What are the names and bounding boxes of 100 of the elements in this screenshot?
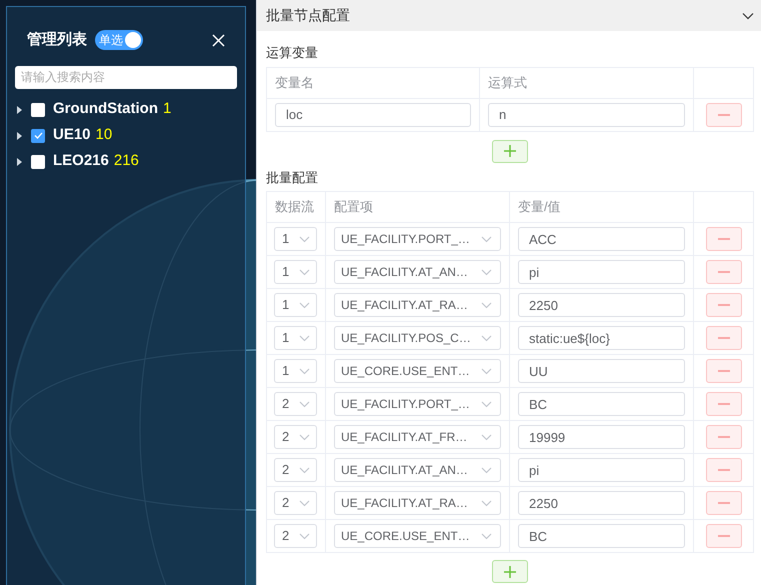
select-field[interactable]: 2	[274, 524, 317, 548]
item-count: 1	[163, 99, 172, 120]
select-field[interactable]: 1	[274, 260, 317, 284]
add-button[interactable]	[492, 560, 528, 583]
item-count: 10	[96, 125, 112, 146]
minus-icon	[718, 304, 730, 306]
chevron-icon	[299, 434, 310, 440]
panel-title: 批量节点配置	[266, 6, 350, 25]
select-field[interactable]: 2	[274, 458, 317, 482]
text-field[interactable]: pi	[518, 260, 685, 284]
select-field[interactable]: 2	[274, 425, 317, 449]
text-field[interactable]: loc	[275, 102, 471, 126]
column-header: 数据流	[267, 192, 326, 223]
select-field[interactable]: UE_FACILITY.PORT_…	[334, 392, 501, 416]
minus-icon	[718, 535, 730, 537]
chevron-icon	[299, 368, 310, 374]
select-field[interactable]: UE_CORE.USE_ENT…	[334, 359, 501, 383]
remove-button[interactable]	[706, 260, 742, 284]
chevron-icon	[481, 236, 492, 242]
select-field[interactable]: UE_FACILITY.AT_FR…	[334, 425, 501, 449]
checkbox[interactable]	[31, 154, 45, 168]
select-field[interactable]: UE_CORE.USE_ENT…	[334, 524, 501, 548]
text-field[interactable]: pi	[518, 458, 685, 482]
text-field[interactable]: BC	[518, 524, 685, 548]
remove-button[interactable]	[706, 326, 742, 350]
search-field[interactable]: 请输入搜索内容	[15, 66, 237, 88]
select-field[interactable]: 1	[274, 326, 317, 350]
tree-item-label[interactable]: GroundStation	[53, 98, 158, 121]
caret-icon[interactable]	[16, 106, 22, 114]
minus-icon	[718, 238, 730, 240]
column-header: 配置项	[326, 192, 510, 223]
close-icon[interactable]	[212, 34, 225, 47]
check-icon	[34, 132, 42, 139]
remove-button[interactable]	[706, 359, 742, 383]
chevron-icon	[481, 400, 492, 408]
chevron-icon	[481, 500, 492, 506]
remove-button[interactable]	[706, 227, 742, 251]
chevron-icon	[299, 302, 310, 308]
select-field[interactable]: UE_FACILITY.AT_AN…	[334, 458, 501, 482]
remove-button[interactable]	[706, 392, 742, 416]
tree-item-label[interactable]: LEO216	[53, 150, 109, 173]
chevron-icon	[299, 236, 310, 242]
chevron-icon	[481, 368, 492, 374]
select-field[interactable]: UE_FACILITY.AT_AN…	[334, 260, 501, 284]
column-header: 变量/值	[510, 192, 694, 223]
section-label: 批量配置	[266, 168, 319, 186]
minus-icon	[718, 271, 730, 273]
chevron-icon	[481, 334, 492, 342]
remove-button[interactable]	[706, 293, 742, 317]
text-field[interactable]: static:ue${loc}	[518, 326, 685, 350]
select-field[interactable]: UE_FACILITY.AT_RA…	[334, 491, 501, 515]
chevron-icon	[481, 302, 492, 308]
text-field[interactable]: n	[488, 102, 685, 126]
panel-header[interactable]: 批量节点配置	[257, 0, 761, 31]
text-field[interactable]: 2250	[518, 293, 685, 317]
minus-icon	[718, 469, 730, 471]
checkbox[interactable]	[31, 102, 45, 116]
chevron-icon	[481, 466, 492, 474]
select-field[interactable]: 2	[274, 491, 317, 515]
text-field[interactable]: UU	[518, 359, 685, 383]
select-field[interactable]: 1	[274, 293, 317, 317]
add-button[interactable]	[492, 140, 528, 162]
chevron-icon	[299, 466, 310, 474]
text-field[interactable]: BC	[518, 392, 685, 416]
item-count: 216	[114, 151, 139, 172]
select-field[interactable]: UE_FACILITY.AT_RA…	[334, 293, 501, 317]
remove-button[interactable]	[706, 491, 742, 515]
section-label: 运算变量	[266, 44, 319, 62]
remove-button[interactable]	[706, 458, 742, 482]
text-field[interactable]: ACC	[518, 227, 685, 251]
caret-icon[interactable]	[16, 158, 22, 166]
column-header: 变量名	[267, 68, 480, 98]
column-header: 运算式	[480, 68, 694, 98]
select-field[interactable]: UE_FACILITY.PORT_…	[334, 227, 501, 251]
minus-icon	[718, 114, 730, 116]
select-field[interactable]: 2	[274, 392, 317, 416]
select-field[interactable]: 1	[274, 227, 317, 251]
chevron-icon	[299, 268, 310, 276]
chevron-icon	[299, 400, 310, 408]
remove-button[interactable]	[706, 102, 742, 126]
chevron-icon	[481, 268, 492, 276]
checkbox[interactable]	[31, 128, 45, 142]
plus-icon	[504, 145, 516, 157]
text-field[interactable]: 19999	[518, 425, 685, 449]
minus-icon	[718, 403, 730, 405]
caret-icon[interactable]	[16, 132, 22, 140]
chevron-icon	[481, 434, 492, 440]
chevron-icon	[299, 334, 310, 342]
text-field[interactable]: 2250	[518, 491, 685, 515]
tree-item-label[interactable]: UE10	[53, 124, 91, 147]
minus-icon	[718, 337, 730, 339]
minus-icon	[718, 370, 730, 372]
chevron-icon	[299, 532, 310, 540]
remove-button[interactable]	[706, 425, 742, 449]
chevron-icon	[481, 532, 492, 540]
select-field[interactable]: UE_FACILITY.POS_C…	[334, 326, 501, 350]
select-field[interactable]: 1	[274, 359, 317, 383]
remove-button[interactable]	[706, 524, 742, 548]
chevron-icon	[299, 500, 310, 506]
minus-icon	[718, 502, 730, 504]
